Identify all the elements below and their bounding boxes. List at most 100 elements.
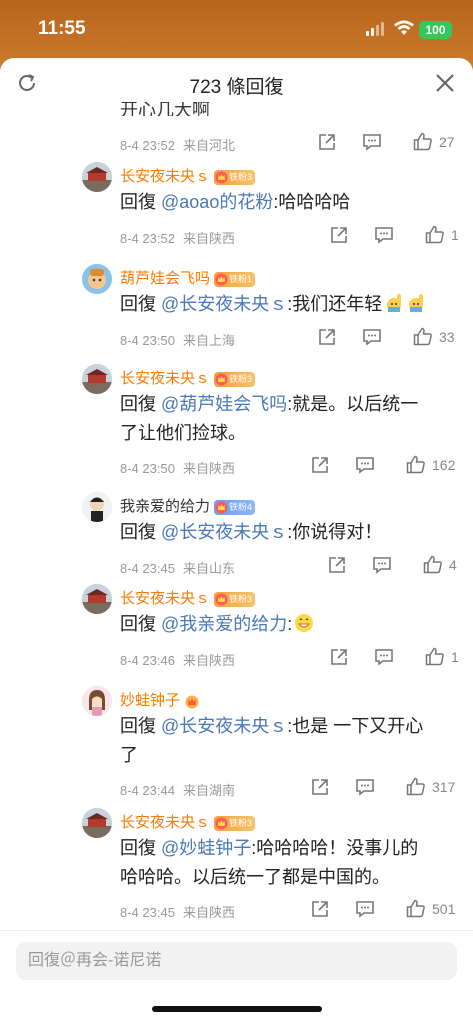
comment-icon[interactable] [355, 456, 375, 474]
close-icon[interactable] [435, 73, 455, 93]
username[interactable]: 我亲爱的给力 铁粉4 [120, 495, 256, 516]
username[interactable]: 长安夜未央ｓ 铁粉3 [120, 811, 256, 832]
reply-prefix: 回復 [120, 192, 162, 212]
mention-link[interactable]: @长安夜未央ｓ [161, 522, 287, 542]
mention-link[interactable]: @我亲爱的给力 [161, 614, 287, 634]
reply-text: 回復 @长安夜未央ｓ:也是 一下又开心了 [120, 712, 455, 770]
like-icon[interactable] [413, 327, 433, 346]
username-label: 妙蛙钟子 [120, 692, 181, 709]
reply-location: 来自山东 [182, 561, 235, 576]
reply-location: 来自陕西 [182, 905, 235, 920]
like-count: 27 [439, 134, 455, 150]
username-label: 葫芦娃会飞吗 [120, 270, 211, 287]
share-icon[interactable] [330, 648, 348, 666]
fan-badge: 铁粉3 [214, 591, 256, 607]
share-icon[interactable] [318, 133, 336, 151]
status-time: 11:55 [38, 18, 86, 39]
fan-badge-label: 铁粉3 [229, 373, 253, 384]
grin-emoji [294, 613, 314, 633]
reply-text: 回復 @长安夜未央ｓ:你说得对！ [120, 518, 455, 547]
avatar[interactable] [82, 686, 112, 716]
like-count: 1 [451, 649, 459, 665]
avatar[interactable] [82, 364, 112, 394]
like-icon[interactable] [425, 225, 445, 244]
username[interactable]: 妙蛙钟子 [120, 689, 200, 710]
reply-text: 回復 @妙蛙钟子:哈哈哈哈！没事儿的 哈哈哈。以后统一了都是中国的。 [120, 834, 455, 892]
reply-body: : [287, 614, 293, 634]
fan-badge-label: 铁粉3 [229, 593, 253, 604]
avatar[interactable] [82, 492, 112, 522]
mention-link[interactable]: @葫芦娃会飞吗 [161, 394, 287, 414]
cellular-signal-icon [366, 22, 384, 36]
reply-meta: 8-4 23:52 来自河北 [120, 135, 235, 154]
like-icon[interactable] [406, 899, 426, 918]
reply-prefix: 回復 [120, 394, 162, 414]
share-icon[interactable] [318, 328, 336, 346]
like-icon[interactable] [406, 455, 426, 474]
reply-body: :我们还年轻 [287, 294, 383, 314]
comment-icon[interactable] [372, 556, 392, 574]
status-bar: 11:55 100 [0, 0, 473, 58]
partial-reply-text: 开心几大啊 [120, 102, 210, 116]
like-icon[interactable] [423, 555, 443, 574]
reply-date: 8-4 23:52 [120, 231, 175, 246]
fan-badge: 铁粉4 [214, 499, 256, 515]
crown-icon [184, 694, 200, 709]
username-label: 长安夜未央ｓ [120, 814, 211, 831]
reply-text: 回復 @长安夜未央ｓ:我们还年轻 [120, 290, 455, 319]
comment-icon[interactable] [374, 648, 394, 666]
comment-icon[interactable] [355, 778, 375, 796]
home-indicator [152, 1006, 322, 1012]
comment-icon[interactable] [362, 133, 382, 151]
mention-link[interactable]: @长安夜未央ｓ [161, 294, 287, 314]
comment-icon[interactable] [374, 226, 394, 244]
reply-meta: 8-4 23:44 来自湖南 [120, 780, 235, 799]
username-label: 我亲爱的给力 [120, 498, 211, 515]
reply-prefix: 回復 [120, 522, 162, 542]
avatar[interactable] [82, 162, 112, 192]
reply-body: :也是 一下又开心 [287, 716, 424, 736]
reply-location: 来自河北 [182, 138, 235, 153]
avatar[interactable] [82, 808, 112, 838]
like-count: 33 [439, 329, 455, 345]
fan-badge: 铁粉3 [214, 371, 256, 387]
reply-date: 8-4 23:45 [120, 905, 175, 920]
mention-link[interactable]: @妙蛙钟子 [161, 838, 251, 858]
username-label: 长安夜未央ｓ [120, 168, 211, 185]
avatar[interactable] [82, 264, 112, 294]
raised-hand-emoji [384, 293, 404, 313]
share-icon[interactable] [311, 456, 329, 474]
username[interactable]: 长安夜未央ｓ 铁粉3 [120, 367, 256, 388]
like-count: 4 [449, 557, 457, 573]
username[interactable]: 长安夜未央ｓ 铁粉3 [120, 587, 256, 608]
share-icon[interactable] [311, 778, 329, 796]
fan-badge: 铁粉3 [214, 815, 256, 831]
reply-date: 8-4 23:52 [120, 138, 175, 153]
reply-input[interactable]: 回復＠再会-诺尼诺 [16, 942, 457, 980]
reply-prefix: 回復 [120, 838, 162, 858]
like-icon[interactable] [413, 132, 433, 151]
share-icon[interactable] [328, 556, 346, 574]
username[interactable]: 长安夜未央ｓ 铁粉3 [120, 165, 256, 186]
mention-link[interactable]: @aoao的花粉 [161, 192, 273, 212]
reply-prefix: 回復 [120, 294, 162, 314]
username[interactable]: 葫芦娃会飞吗 铁粉1 [120, 267, 256, 288]
comment-icon[interactable] [355, 900, 375, 918]
replies-sheet: 723 條回復 开心几大啊 8-4 23:52 来自河北 27 长安夜未央ｓ 铁粉3 回… [0, 58, 473, 1024]
like-count: 162 [432, 457, 456, 473]
reply-date: 8-4 23:44 [120, 783, 175, 798]
reply-location: 来自湖南 [182, 783, 235, 798]
reply-date: 8-4 23:46 [120, 653, 175, 668]
like-icon[interactable] [425, 647, 445, 666]
username-label: 长安夜未央ｓ [120, 590, 211, 607]
reply-location: 来自陕西 [182, 231, 235, 246]
reply-prefix: 回復 [120, 716, 162, 736]
reply-body: :哈哈哈哈 [273, 192, 351, 212]
comment-icon[interactable] [362, 328, 382, 346]
reply-location: 来自陕西 [182, 461, 235, 476]
avatar[interactable] [82, 584, 112, 614]
mention-link[interactable]: @长安夜未央ｓ [161, 716, 287, 736]
share-icon[interactable] [330, 226, 348, 244]
like-icon[interactable] [406, 777, 426, 796]
share-icon[interactable] [311, 900, 329, 918]
